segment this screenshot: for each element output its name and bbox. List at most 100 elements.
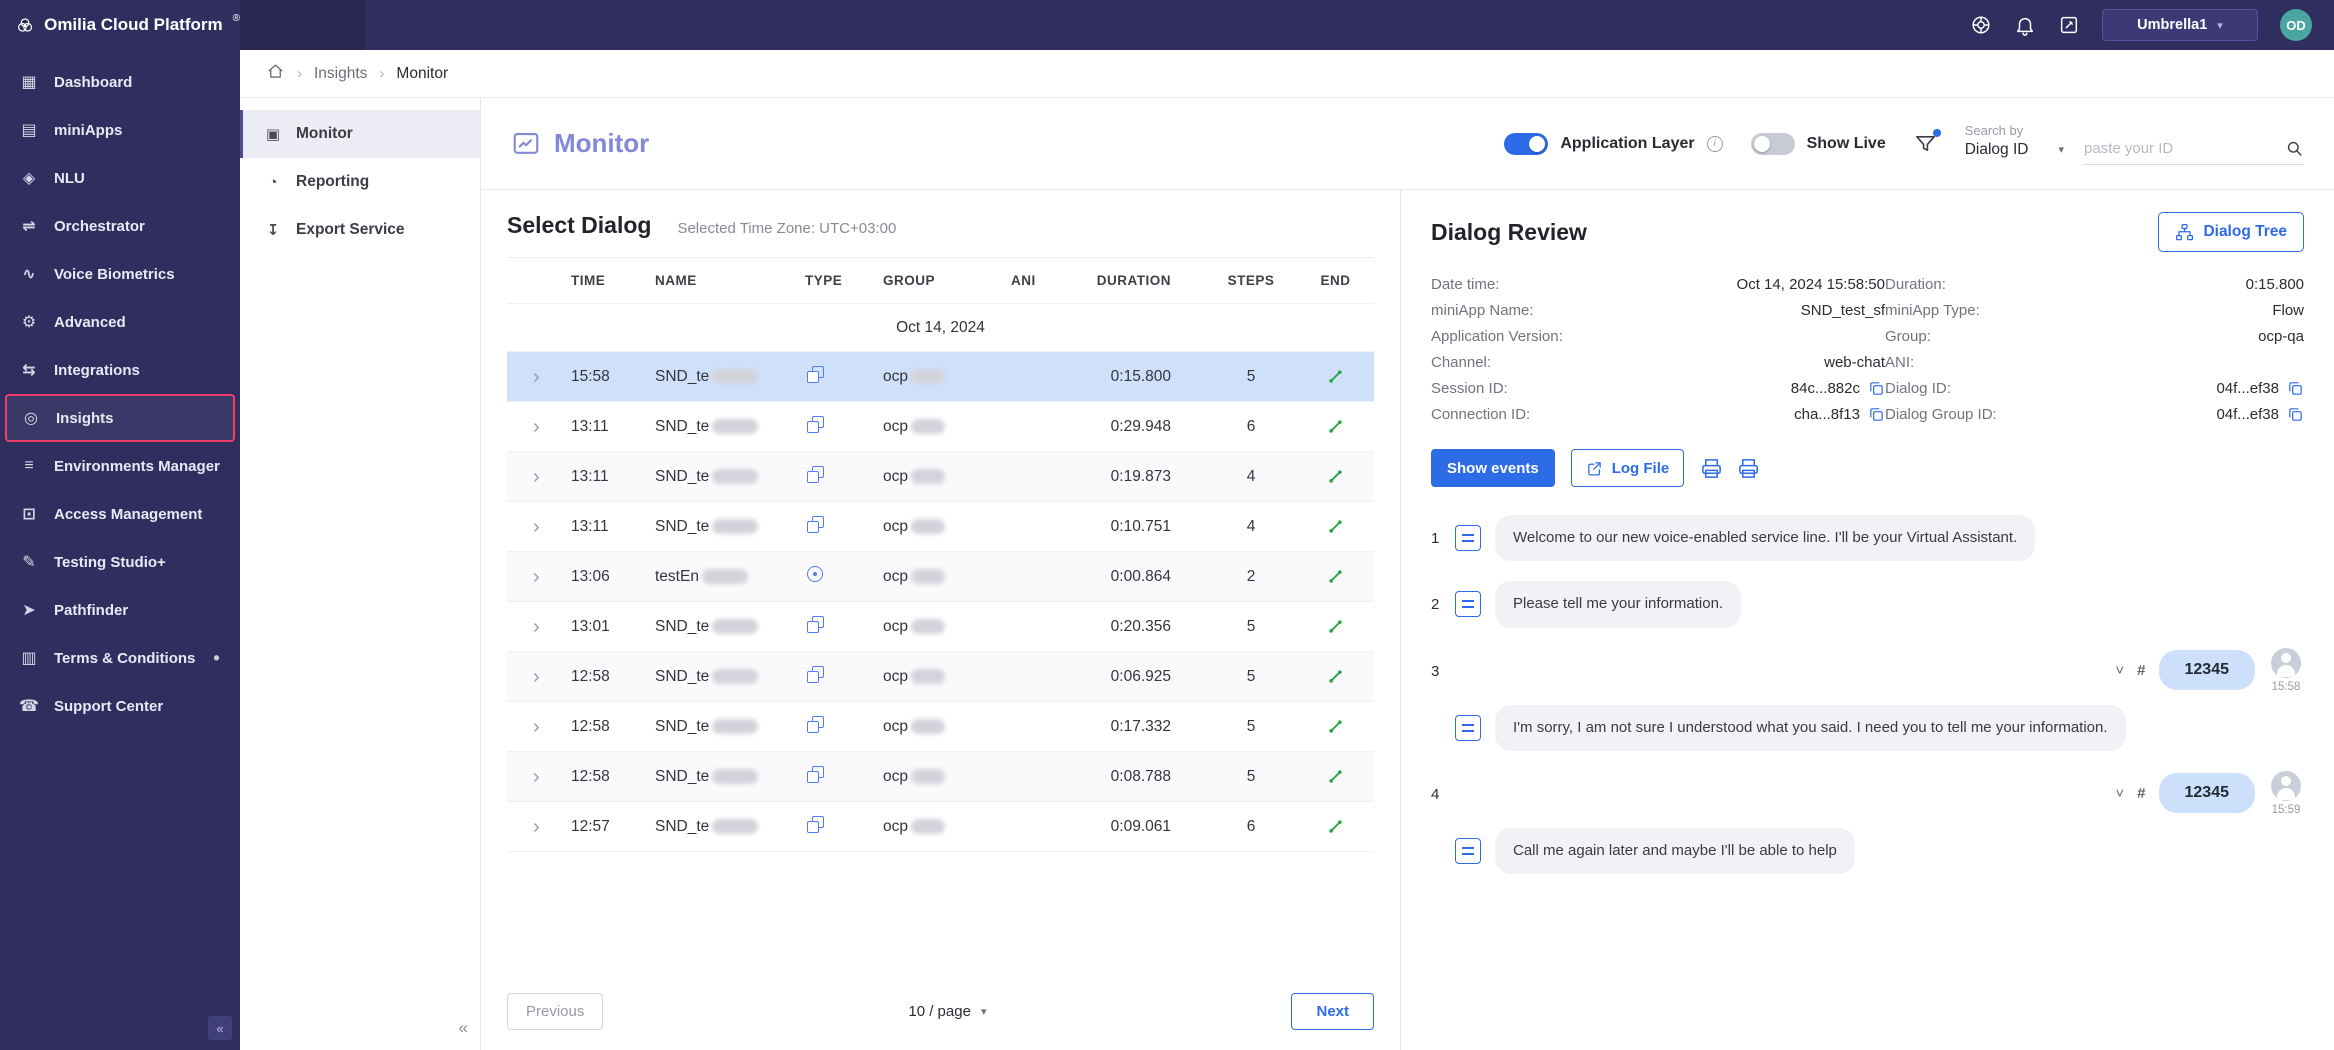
copy-icon[interactable] [2287,406,2304,423]
breadcrumb-separator: › [297,65,302,82]
show-live-toggle[interactable] [1751,133,1795,155]
table-row[interactable]: › 13:11 SND_te [507,452,1374,502]
conversation-turn: 4 ˅ # 12345 15:59 [1431,771,2304,874]
table-row[interactable]: › 12:58 SND_te [507,652,1374,702]
copy-message-icon[interactable] [1455,591,1481,617]
table-row[interactable]: › 13:11 SND_te [507,402,1374,452]
sidebar-item[interactable]: ▦ Dashboard [0,58,240,106]
support-ring-icon[interactable] [1970,14,1992,36]
table-row[interactable]: › 12:57 SND_te [507,802,1374,852]
expand-row-chevron[interactable]: › [507,467,571,487]
table-row[interactable]: › 13:06 testEn [507,552,1374,602]
meta-label: Duration: [1885,276,2100,293]
copy-message-icon[interactable] [1455,838,1481,864]
show-events-button[interactable]: Show events [1431,449,1555,487]
cell-type [805,764,883,789]
table-row[interactable]: › 12:58 SND_te [507,752,1374,802]
sidebar-item[interactable]: ⚙ Advanced [0,298,240,346]
print-transcript-icon[interactable] [1737,457,1760,480]
sidebar-item[interactable]: ⇌ Orchestrator [0,202,240,250]
search-icon[interactable] [2285,139,2304,158]
cell-steps: 4 [1205,468,1297,486]
copy-icon[interactable] [1868,406,1885,423]
sidebar-item[interactable]: ⇆ Integrations [0,346,240,394]
cell-time: 12:57 [571,818,655,836]
expand-row-chevron[interactable]: › [507,417,571,437]
table-row[interactable]: › 12:58 SND_te [507,702,1374,752]
sidebar-collapse-button[interactable]: « [208,1016,232,1040]
subnav-item[interactable]: ▣ Monitor [240,110,480,158]
sidebar-item[interactable]: ◈ NLU [0,154,240,202]
cell-type [805,464,883,489]
chevron-down-icon[interactable]: ˅ [2115,785,2124,802]
hash-icon[interactable]: # [2137,785,2145,802]
print-icon[interactable] [1700,457,1723,480]
sidebar-item[interactable]: ▤ miniApps [0,106,240,154]
call-ended-icon [1326,617,1345,636]
cell-group: ocp [883,818,1011,836]
collapse-subnav-button[interactable]: « [459,1018,468,1038]
caret-down-icon: ▾ [2217,19,2223,32]
breadcrumb-insights[interactable]: Insights [314,65,367,83]
cell-group: ocp [883,718,1011,736]
expand-row-chevron[interactable]: › [507,667,571,687]
cell-end [1297,417,1374,436]
sidebar-item[interactable]: ⊡ Access Management [0,490,240,538]
breadcrumb-separator: › [379,65,384,82]
next-page-button[interactable]: Next [1291,993,1374,1030]
sidebar-item[interactable]: ☎ Support Center [0,682,240,730]
redacted-blur [911,669,945,684]
copy-icon[interactable] [1868,380,1885,397]
sidebar-item[interactable]: ≡ Environments Manager [0,442,240,490]
notifications-bell-icon[interactable] [2014,14,2036,36]
subnav-item[interactable]: ◔ Reporting [240,158,480,206]
info-icon[interactable]: i [1707,136,1723,152]
redacted-blur [712,419,758,434]
expand-row-chevron[interactable]: › [507,367,571,387]
filter-funnel-icon[interactable] [1914,132,1937,155]
expand-row-chevron[interactable]: › [507,517,571,537]
expand-row-chevron[interactable]: › [507,567,571,587]
meta-value: 84c...882c [1681,380,1885,397]
log-file-button[interactable]: Log File [1571,449,1685,487]
compose-icon[interactable] [2058,14,2080,36]
copy-message-icon[interactable] [1455,525,1481,551]
sidebar-item[interactable]: ◎ Insights [5,394,235,442]
expand-row-chevron[interactable]: › [507,617,571,637]
sidebar-item-label: Voice Biometrics [54,266,175,283]
meta-label: Channel: [1431,354,1681,371]
cell-end [1297,767,1374,786]
table-row[interactable]: › 13:11 SND_te [507,502,1374,552]
redacted-blur [712,519,758,534]
subnav-item-label: Reporting [296,173,369,191]
user-avatar[interactable]: OD [2280,9,2312,41]
caret-down-icon: ▾ [981,1005,987,1018]
search-by-select[interactable]: Dialog ID ▾ [1965,141,2064,165]
sidebar-item[interactable]: ➤ Pathfinder [0,586,240,634]
copy-message-icon[interactable] [1455,715,1481,741]
application-layer-toggle[interactable] [1504,133,1548,155]
sidebar-item[interactable]: ✎ Testing Studio+ [0,538,240,586]
bot-message-row: Welcome to our new voice-enabled service… [1455,515,2304,561]
expand-row-chevron[interactable]: › [507,717,571,737]
column-header: END [1297,273,1374,288]
chevron-down-icon[interactable]: ˅ [2115,662,2124,679]
dialog-id-input[interactable] [2084,140,2254,157]
message-time: 15:59 [2272,804,2301,816]
hash-icon[interactable]: # [2137,662,2145,679]
dialog-tree-button[interactable]: Dialog Tree [2158,212,2304,252]
sidebar-item[interactable]: ∿ Voice Biometrics [0,250,240,298]
home-icon[interactable] [266,62,285,86]
table-row[interactable]: › 13:01 SND_te [507,602,1374,652]
page-size-select[interactable]: 10 / page ▾ [908,1003,986,1020]
table-row[interactable]: › 15:58 SND_te [507,352,1374,402]
expand-row-chevron[interactable]: › [507,767,571,787]
previous-page-button[interactable]: Previous [507,993,603,1030]
org-select[interactable]: Umbrella1 ▾ [2102,9,2258,41]
copy-icon[interactable] [2287,380,2304,397]
subnav-item[interactable]: ↧ Export Service [240,206,480,254]
cell-steps: 4 [1205,518,1297,536]
sidebar-item[interactable]: ▥ Terms & Conditions • [0,634,240,682]
expand-row-chevron[interactable]: › [507,817,571,837]
cell-time: 12:58 [571,718,655,736]
